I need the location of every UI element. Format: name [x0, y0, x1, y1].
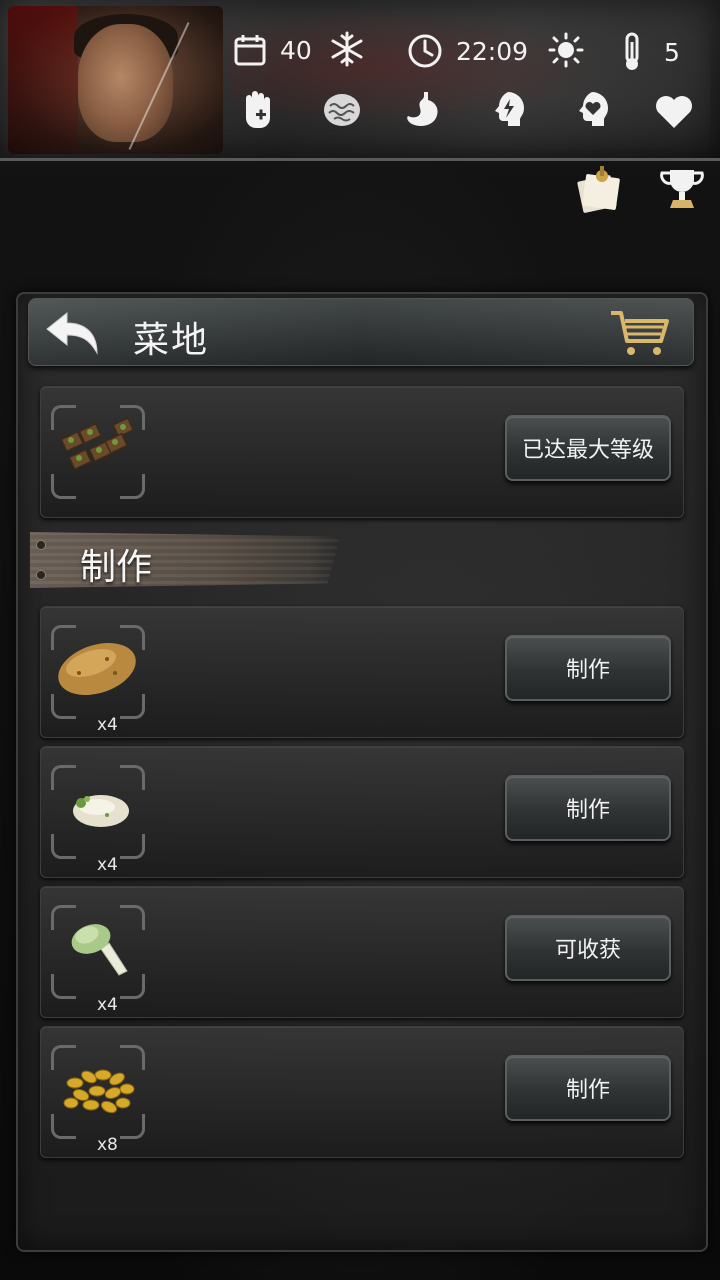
days-value: 40 [280, 35, 312, 65]
snowflake-icon [331, 31, 363, 67]
clock-icon [408, 34, 442, 68]
panel-header: 菜地 [28, 298, 694, 366]
section-title-craft: 制作 [80, 547, 153, 588]
back-arrow-icon[interactable] [41, 307, 105, 357]
craft-card-sprouted-potato: x4 制作 [40, 746, 684, 878]
craft-button[interactable]: 制作 [505, 635, 671, 701]
trophy-icon[interactable] [656, 164, 708, 216]
time-stat: 22:09 [406, 32, 528, 70]
sprouted-potato-icon [73, 795, 129, 827]
seeds-icon [63, 1069, 135, 1114]
item-slot: x4 [51, 625, 145, 735]
item-slot: x8 [51, 1045, 145, 1155]
nail [36, 540, 46, 550]
time-value: 22:09 [456, 36, 529, 66]
item-quantity: x8 [97, 1135, 118, 1155]
background-graffiti [230, 10, 710, 150]
craft-card-potato: x4 制作 [40, 606, 684, 738]
status-bar: 40 22:09 5 [0, 0, 720, 161]
vegetable-garden-panel: 菜地 已达最大等级 制作 x4 制作 x4 制作 x4 可收获 x8 制作 [16, 292, 708, 1252]
item-quantity: x4 [97, 715, 118, 735]
thermometer-icon [625, 32, 639, 70]
blood-splatter [8, 6, 78, 154]
potato-icon [58, 643, 136, 695]
max-level-button[interactable]: 已达最大等级 [505, 415, 671, 481]
upgrade-card: 已达最大等级 [40, 386, 684, 518]
item-quantity: x4 [97, 995, 118, 1015]
panel-title: 菜地 [133, 320, 210, 361]
health-hand-icon[interactable] [238, 88, 282, 132]
notes-icon[interactable] [572, 164, 624, 216]
days-stat: 40 [232, 32, 312, 68]
section-plank [30, 532, 340, 588]
item-slot: x4 [51, 905, 145, 1015]
shopping-cart-icon[interactable] [605, 305, 677, 361]
character-portrait[interactable] [8, 6, 223, 154]
craft-button[interactable]: 制作 [505, 1055, 671, 1121]
vegetable-beds-icon [60, 417, 135, 471]
heart-icon[interactable] [652, 90, 696, 134]
item-slot [51, 405, 145, 499]
mood-head-icon[interactable] [570, 88, 614, 132]
item-quantity: x4 [97, 855, 118, 875]
calendar-icon [234, 35, 266, 66]
temperature-value: 5 [664, 37, 680, 67]
nail [36, 570, 46, 580]
stomach-icon[interactable] [402, 88, 446, 132]
temperature-stat: 5 [622, 32, 680, 72]
energy-head-icon[interactable] [486, 88, 530, 132]
bok-choy-icon [71, 924, 128, 976]
craft-card-seeds: x8 制作 [40, 1026, 684, 1158]
harvest-button[interactable]: 可收获 [505, 915, 671, 981]
item-slot: x4 [51, 765, 145, 875]
craft-card-bok-choy: x4 可收获 [40, 886, 684, 1018]
craft-button[interactable]: 制作 [505, 775, 671, 841]
brain-icon[interactable] [320, 88, 364, 132]
sun-icon [548, 32, 584, 68]
game-screen: 40 22:09 5 菜地 已达最大等级 制作 x4 制作 x4 制作 x4 可… [0, 0, 720, 1280]
